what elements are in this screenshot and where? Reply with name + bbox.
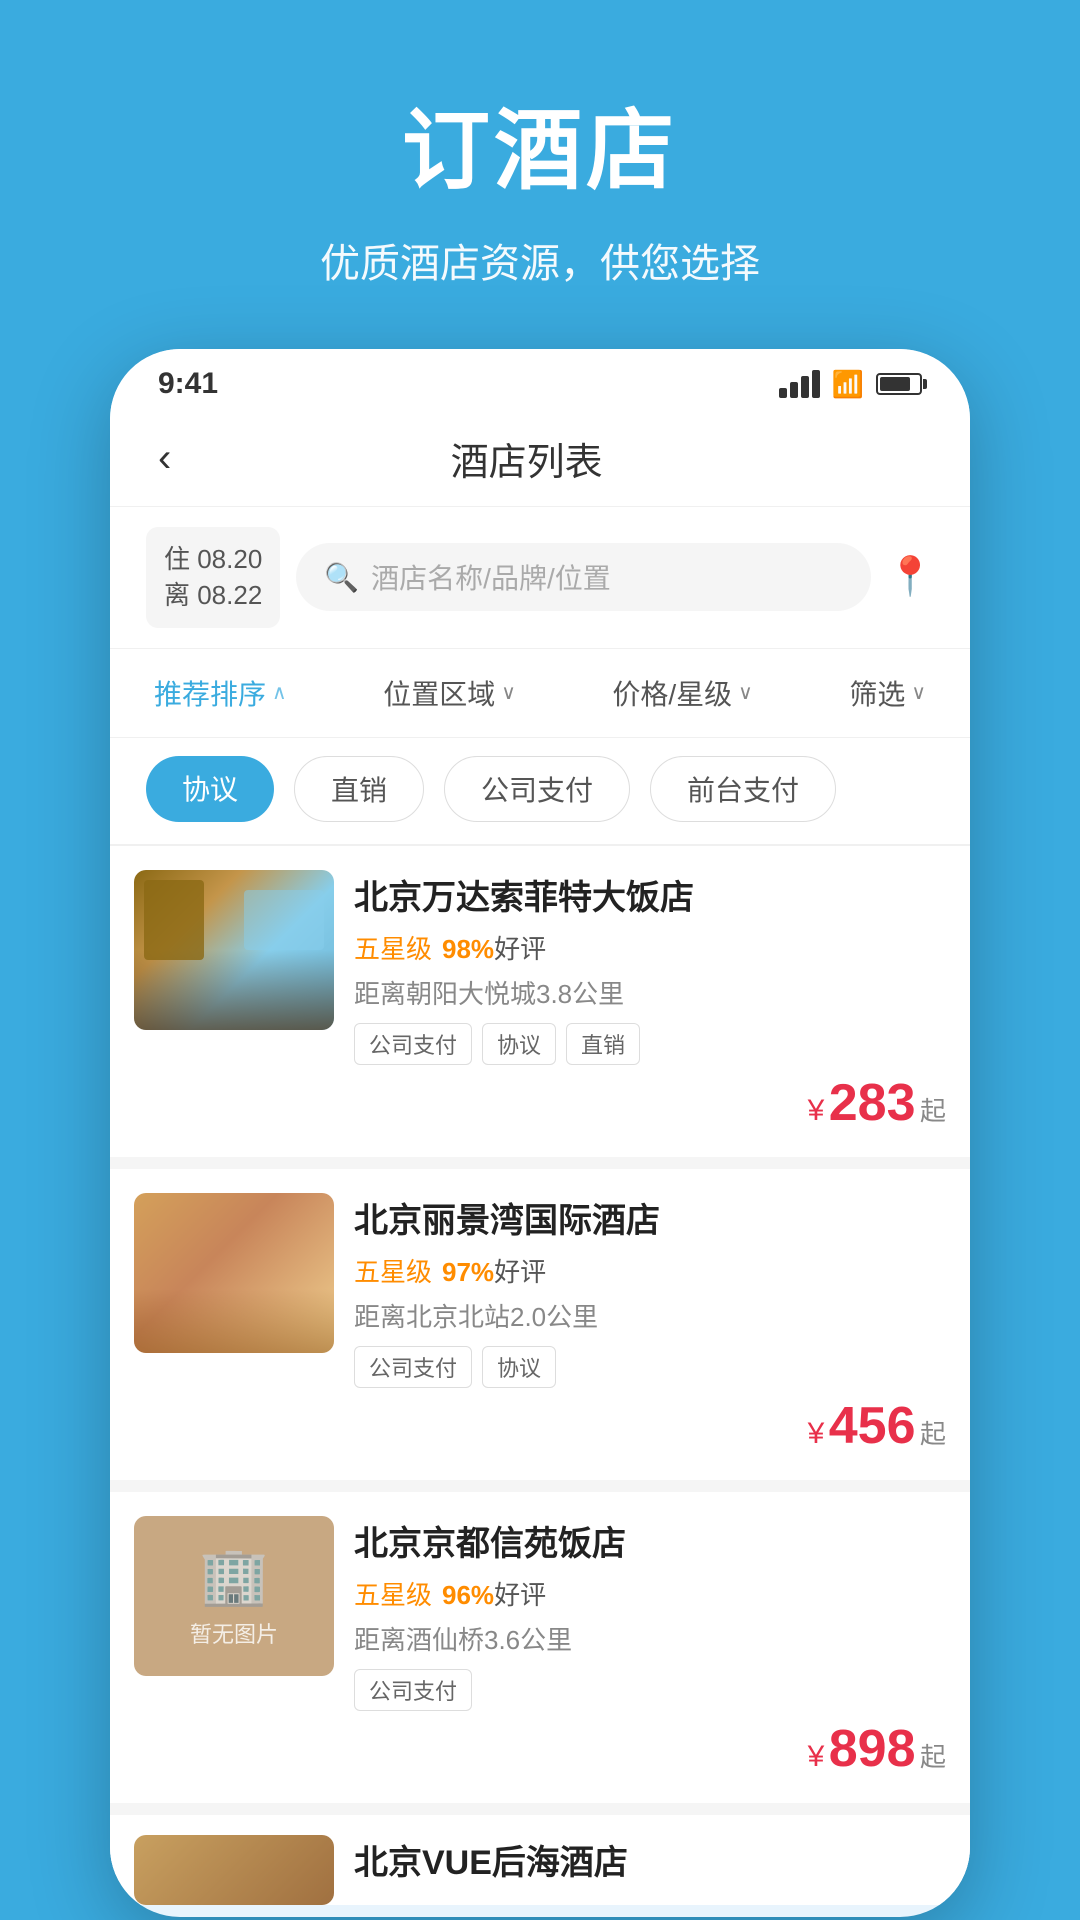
hotel-distance-1: 距离朝阳大悦城3.8公里 xyxy=(354,974,946,1011)
price-unit-1: 起 xyxy=(920,1096,946,1126)
hotel-img-1 xyxy=(134,870,334,1030)
filter-location[interactable]: 位置区域 ∨ xyxy=(375,669,524,717)
hotel-tag-company-pay-1: 公司支付 xyxy=(354,1023,472,1065)
tag-agreement[interactable]: 协议 xyxy=(146,756,274,822)
filter-recommended-label: 推荐排序 xyxy=(154,673,266,713)
price-value-1: 283 xyxy=(829,1074,916,1132)
filter-price-star[interactable]: 价格/星级 ∨ xyxy=(604,669,760,717)
price-value-2: 456 xyxy=(829,1397,916,1455)
hotel-price-3: ¥ 898 起 xyxy=(354,1719,946,1779)
back-button[interactable]: ‹ xyxy=(158,436,171,481)
hotel-rating-3: 五星级 96%好评 xyxy=(354,1575,946,1612)
status-bar: 9:41 📶 xyxy=(110,349,970,411)
filter-price-star-arrow: ∨ xyxy=(738,680,753,705)
checkout-date: 离 08.22 xyxy=(164,577,262,613)
no-image-icon: 🏢 xyxy=(199,1543,269,1609)
filter-more-label: 筛选 xyxy=(849,673,905,713)
price-unit-2: 起 xyxy=(920,1419,946,1449)
hotel-rating-1: 五星级 98%好评 xyxy=(354,929,946,966)
hotel-star-3: 五星级 xyxy=(354,1575,432,1612)
signal-icon xyxy=(779,370,820,398)
hotel-name-1: 北京万达索菲特大饭店 xyxy=(354,870,946,919)
tag-row: 协议 直销 公司支付 前台支付 xyxy=(110,738,970,846)
price-currency-1: ¥ xyxy=(808,1094,825,1127)
price-value-3: 898 xyxy=(829,1720,916,1778)
filter-recommended-arrow: ∧ xyxy=(272,680,287,705)
filter-location-arrow: ∨ xyxy=(501,680,516,705)
date-badge[interactable]: 住 08.20 离 08.22 xyxy=(146,527,280,628)
hotel-tags-1: 公司支付 协议 直销 xyxy=(354,1023,946,1065)
hotel-price-2: ¥ 456 起 xyxy=(354,1396,946,1456)
tag-direct[interactable]: 直销 xyxy=(294,756,424,822)
hotel-name-3: 北京京都信苑饭店 xyxy=(354,1516,946,1565)
hotel-img-3: 🏢 暂无图片 xyxy=(134,1516,334,1676)
hotel-name-4: 北京VUE后海酒店 xyxy=(354,1835,946,1884)
hotel-card-3[interactable]: 🏢 暂无图片 北京京都信苑饭店 五星级 96%好评 距离酒仙桥3.6公里 公司支… xyxy=(110,1492,970,1803)
hero-subtitle: 优质酒店资源，供您选择 xyxy=(0,231,1080,289)
battery-icon xyxy=(876,373,922,395)
hotel-good-rate-2: 97%好评 xyxy=(442,1252,546,1289)
filter-more[interactable]: 筛选 ∨ xyxy=(841,669,934,717)
status-icons: 📶 xyxy=(779,369,922,400)
hotel-tag-agreement-2: 协议 xyxy=(482,1346,556,1388)
hotel-tag-direct-1: 直销 xyxy=(566,1023,640,1065)
wifi-icon: 📶 xyxy=(832,369,864,400)
nav-title: 酒店列表 xyxy=(171,431,882,486)
hotel-good-rate-3: 96%好评 xyxy=(442,1575,546,1612)
tag-company-pay[interactable]: 公司支付 xyxy=(444,756,630,822)
filter-recommended[interactable]: 推荐排序 ∧ xyxy=(146,669,295,717)
price-currency-2: ¥ xyxy=(808,1417,825,1450)
hotel-star-2: 五星级 xyxy=(354,1252,432,1289)
hotel-good-rate-1: 98%好评 xyxy=(442,929,546,966)
checkin-date: 住 08.20 xyxy=(164,541,262,577)
hotel-tags-3: 公司支付 xyxy=(354,1669,946,1711)
hotel-info-4: 北京VUE后海酒店 xyxy=(354,1835,946,1881)
filter-bar: 推荐排序 ∧ 位置区域 ∨ 价格/星级 ∨ 筛选 ∨ xyxy=(110,649,970,738)
location-icon[interactable]: 📍 xyxy=(887,555,934,599)
nav-bar: ‹ 酒店列表 xyxy=(110,411,970,507)
hotel-img-4 xyxy=(134,1835,334,1905)
price-unit-3: 起 xyxy=(920,1742,946,1772)
hero-section: 订酒店 优质酒店资源，供您选择 xyxy=(0,0,1080,349)
filter-more-arrow: ∨ xyxy=(911,680,926,705)
hotel-star-1: 五星级 xyxy=(354,929,432,966)
status-time: 9:41 xyxy=(158,367,218,401)
price-currency-3: ¥ xyxy=(808,1740,825,1773)
hotel-rating-2: 五星级 97%好评 xyxy=(354,1252,946,1289)
hotel-info-2: 北京丽景湾国际酒店 五星级 97%好评 距离北京北站2.0公里 公司支付 协议 … xyxy=(354,1193,946,1456)
hotel-info-3: 北京京都信苑饭店 五星级 96%好评 距离酒仙桥3.6公里 公司支付 ¥ 898… xyxy=(354,1516,946,1779)
filter-price-star-label: 价格/星级 xyxy=(612,673,732,713)
search-icon: 🔍 xyxy=(324,561,359,594)
hotel-price-1: ¥ 283 起 xyxy=(354,1073,946,1133)
phone-frame: 9:41 📶 ‹ 酒店列表 住 08.20 离 08.22 🔍 酒店名称/ xyxy=(110,349,970,1917)
hotel-list: 北京万达索菲特大饭店 五星级 98%好评 距离朝阳大悦城3.8公里 公司支付 协… xyxy=(110,846,970,1905)
hotel-card-1[interactable]: 北京万达索菲特大饭店 五星级 98%好评 距离朝阳大悦城3.8公里 公司支付 协… xyxy=(110,846,970,1157)
tag-front-desk-pay[interactable]: 前台支付 xyxy=(650,756,836,822)
hero-title: 订酒店 xyxy=(0,80,1080,207)
hotel-tag-agreement-1: 协议 xyxy=(482,1023,556,1065)
hotel-card-2[interactable]: 北京丽景湾国际酒店 五星级 97%好评 距离北京北站2.0公里 公司支付 协议 … xyxy=(110,1169,970,1480)
hotel-tags-2: 公司支付 协议 xyxy=(354,1346,946,1388)
hotel-distance-3: 距离酒仙桥3.6公里 xyxy=(354,1620,946,1657)
no-image-label: 暂无图片 xyxy=(190,1617,278,1649)
hotel-distance-2: 距离北京北站2.0公里 xyxy=(354,1297,946,1334)
hotel-tag-company-pay-2: 公司支付 xyxy=(354,1346,472,1388)
hotel-name-2: 北京丽景湾国际酒店 xyxy=(354,1193,946,1242)
hotel-img-2 xyxy=(134,1193,334,1353)
search-box[interactable]: 🔍 酒店名称/品牌/位置 xyxy=(296,543,870,611)
search-area: 住 08.20 离 08.22 🔍 酒店名称/品牌/位置 📍 xyxy=(110,507,970,649)
search-input: 酒店名称/品牌/位置 xyxy=(371,557,611,597)
hotel-card-4[interactable]: 北京VUE后海酒店 xyxy=(110,1815,970,1905)
hotel-info-1: 北京万达索菲特大饭店 五星级 98%好评 距离朝阳大悦城3.8公里 公司支付 协… xyxy=(354,870,946,1133)
filter-location-label: 位置区域 xyxy=(383,673,495,713)
hotel-tag-company-pay-3: 公司支付 xyxy=(354,1669,472,1711)
